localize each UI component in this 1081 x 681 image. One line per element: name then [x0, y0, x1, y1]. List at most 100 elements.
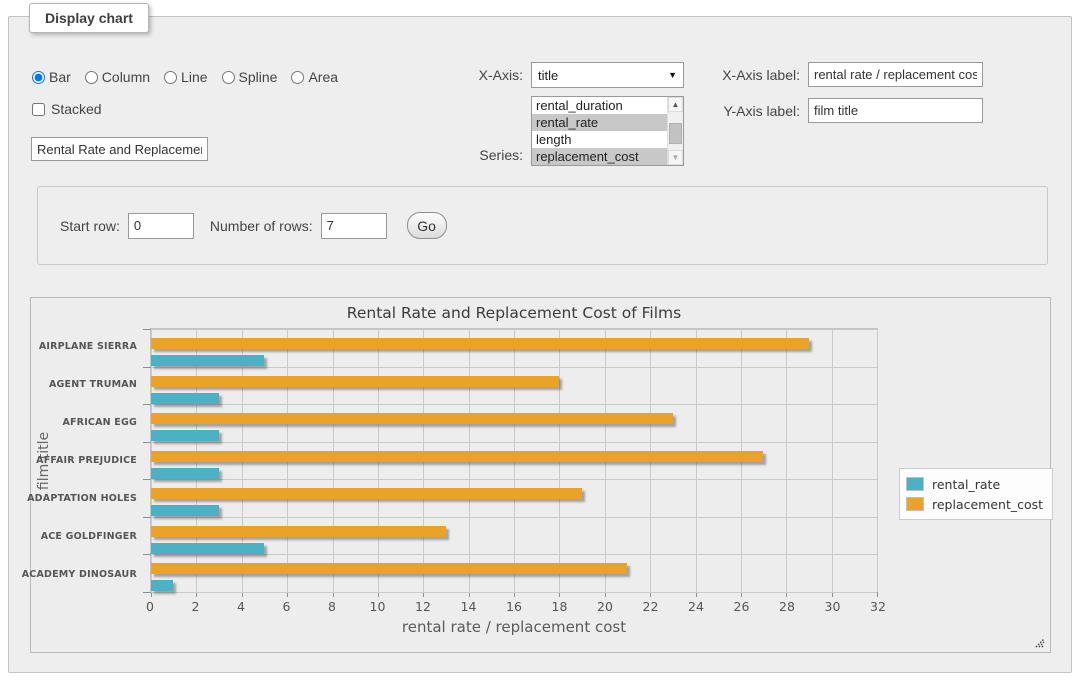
- x-axis-select-row: X-Axis: title ▼: [439, 62, 684, 88]
- x-tick-label: 22: [643, 599, 659, 614]
- stacked-option[interactable]: Stacked: [32, 101, 102, 117]
- scroll-down-icon[interactable]: ▼: [668, 150, 683, 165]
- category-band: [151, 404, 877, 442]
- bar-rental_rate: [151, 505, 219, 516]
- category-band: [151, 517, 877, 555]
- series-listbox-scrollbar[interactable]: ▲ ▼: [667, 97, 683, 165]
- chart-type-label: Spline: [239, 69, 278, 85]
- y-tick-mark: [143, 592, 151, 593]
- y-tick-mark: [143, 554, 151, 555]
- x-tick-label: 30: [825, 599, 841, 614]
- start-row-input[interactable]: [128, 213, 194, 239]
- chart-type-radio-spline[interactable]: [222, 71, 235, 84]
- category-label: ACADEMY DINOSAUR: [31, 555, 144, 593]
- panel-title: Display chart: [29, 3, 149, 33]
- x-tick-label: 2: [192, 599, 200, 614]
- chart-title: Rental Rate and Replacement Cost of Film…: [150, 304, 878, 322]
- category-label: ADAPTATION HOLES: [31, 479, 144, 517]
- chart-container: Rental Rate and Replacement Cost of Film…: [30, 297, 1051, 653]
- category-band: [151, 442, 877, 480]
- scrollbar-track[interactable]: [668, 112, 683, 150]
- chart-type-radio-line[interactable]: [164, 71, 177, 84]
- chart-type-option-line[interactable]: Line: [164, 69, 207, 85]
- chart-legend: rental_rate replacement_cost: [899, 468, 1053, 520]
- start-row-label: Start row:: [60, 218, 120, 234]
- scroll-up-icon[interactable]: ▲: [668, 97, 683, 112]
- bar-rental_rate: [151, 543, 264, 554]
- series-option[interactable]: rental_rate: [532, 114, 667, 131]
- x-tick-label: 4: [237, 599, 245, 614]
- chart-type-option-bar[interactable]: Bar: [32, 69, 71, 85]
- series-option[interactable]: replacement_cost: [532, 148, 667, 165]
- bar-rental_rate: [151, 580, 173, 591]
- y-axis-label-label: Y-Axis label:: [709, 103, 800, 119]
- num-rows-label: Number of rows:: [210, 218, 313, 234]
- chart-type-option-area[interactable]: Area: [291, 69, 338, 85]
- bar-replacement_cost: [151, 338, 809, 349]
- chart-type-radio-column[interactable]: [85, 71, 98, 84]
- display-chart-panel: Display chart BarColumnLineSplineArea St…: [8, 16, 1072, 673]
- category-label: AFRICAN EGG: [31, 404, 144, 442]
- chart-type-radio-area[interactable]: [291, 71, 304, 84]
- x-axis-select-label: X-Axis:: [439, 67, 523, 83]
- y-tick-mark: [143, 404, 151, 405]
- plot-area: [150, 328, 878, 593]
- bar-replacement_cost: [151, 563, 627, 574]
- y-tick-mark: [143, 329, 151, 330]
- y-tick-mark: [143, 517, 151, 518]
- series-option[interactable]: length: [532, 131, 667, 148]
- chart-type-label: Area: [308, 69, 338, 85]
- stacked-checkbox[interactable]: [32, 103, 45, 116]
- series-select-label: Series:: [439, 147, 523, 166]
- legend-swatch-rental_rate: [906, 477, 924, 491]
- scrollbar-thumb[interactable]: [669, 123, 682, 144]
- x-axis-select[interactable]: title ▼: [531, 62, 684, 88]
- category-label: ACE GOLDFINGER: [31, 517, 144, 555]
- chart-title-input[interactable]: [31, 137, 208, 161]
- num-rows-input[interactable]: [321, 213, 387, 239]
- row-range-box: Start row: Number of rows: Go: [37, 186, 1048, 265]
- bar-rental_rate: [151, 355, 264, 366]
- category-label: AIRPLANE SIERRA: [31, 328, 144, 366]
- legend-label: replacement_cost: [932, 497, 1043, 512]
- legend-label: rental_rate: [932, 477, 1000, 492]
- y-tick-mark: [143, 479, 151, 480]
- x-tick-label: 32: [870, 599, 886, 614]
- bar-replacement_cost: [151, 376, 559, 387]
- chart-type-option-column[interactable]: Column: [85, 69, 150, 85]
- category-band: [151, 367, 877, 405]
- stacked-label: Stacked: [51, 101, 102, 117]
- x-axis-label-label: X-Axis label:: [709, 67, 800, 83]
- series-options: rental_durationrental_ratelengthreplacem…: [532, 97, 667, 165]
- go-button[interactable]: Go: [407, 212, 447, 239]
- resize-grip-icon[interactable]: [1033, 636, 1045, 648]
- x-tick-label: 0: [146, 599, 154, 614]
- gridline-vertical: [877, 329, 878, 592]
- chart-type-option-spline[interactable]: Spline: [222, 69, 278, 85]
- x-tick-label: 6: [283, 599, 291, 614]
- series-select-row: Series: rental_durationrental_ratelength…: [439, 96, 684, 166]
- x-tick-label: 24: [688, 599, 704, 614]
- bar-replacement_cost: [151, 488, 582, 499]
- y-tick-mark: [143, 367, 151, 368]
- series-listbox[interactable]: rental_durationrental_ratelengthreplacem…: [531, 96, 684, 166]
- legend-swatch-replacement_cost: [906, 497, 924, 511]
- y-axis-label-row: Y-Axis label:: [709, 98, 983, 123]
- series-option[interactable]: rental_duration: [532, 97, 667, 114]
- category-label: AFFAIR PREJUDICE: [31, 442, 144, 480]
- bar-rental_rate: [151, 393, 219, 404]
- x-tick-mark: [877, 592, 878, 597]
- chart-type-label: Column: [102, 69, 150, 85]
- bar-rental_rate: [151, 468, 219, 479]
- y-axis-label-input[interactable]: [808, 98, 983, 123]
- chart-type-radio-bar[interactable]: [32, 71, 45, 84]
- gridline-horizontal: [151, 592, 877, 593]
- x-axis-title: rental rate / replacement cost: [150, 618, 878, 636]
- bar-replacement_cost: [151, 413, 673, 424]
- x-tick-label: 20: [597, 599, 613, 614]
- legend-item: rental_rate: [906, 474, 1043, 494]
- category-label: AGENT TRUMAN: [31, 366, 144, 404]
- category-band: [151, 554, 877, 592]
- category-band: [151, 479, 877, 517]
- x-axis-label-input[interactable]: [808, 62, 983, 87]
